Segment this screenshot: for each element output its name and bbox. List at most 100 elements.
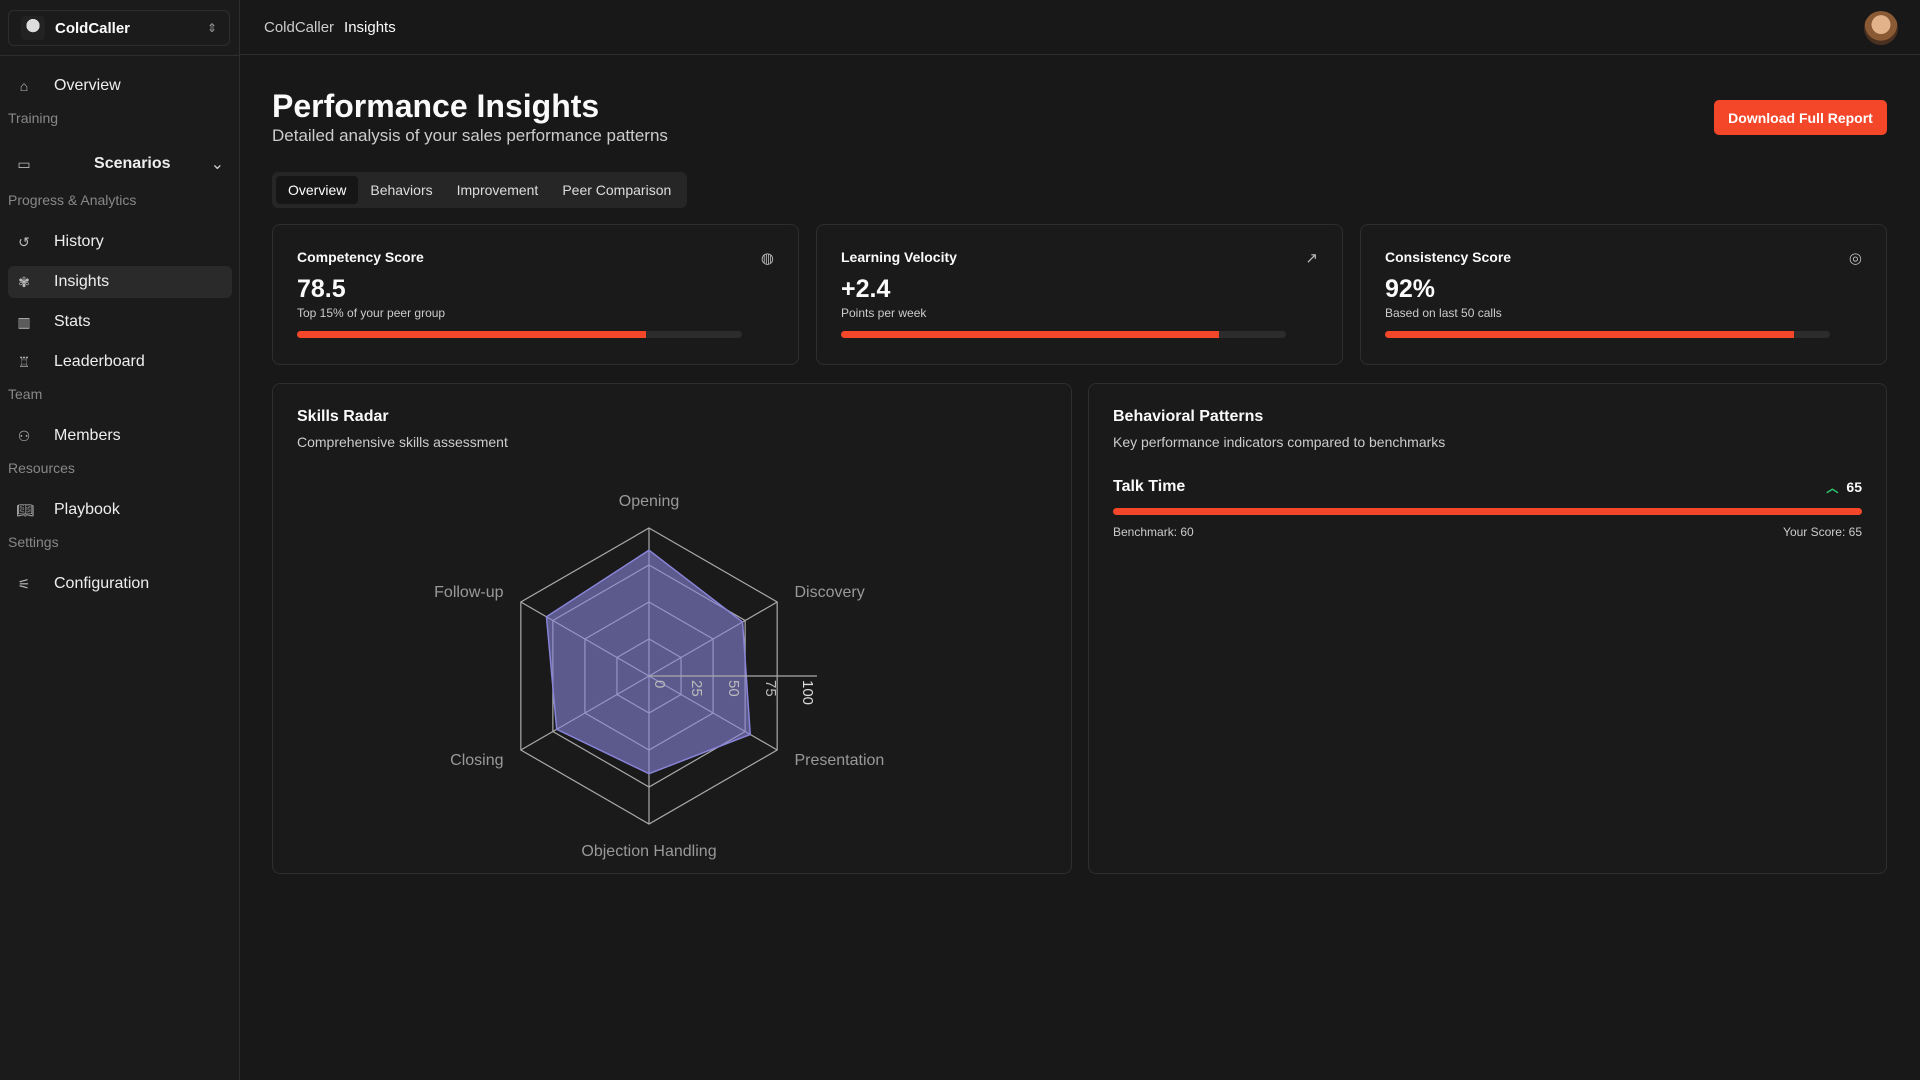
sidebar-item-playbook[interactable]: 📖︎ Playbook bbox=[8, 494, 232, 526]
sidebar-item-history[interactable]: ↺ History bbox=[8, 226, 232, 258]
tab-overview[interactable]: Overview bbox=[276, 176, 359, 204]
sidebar-item-stats[interactable]: ▥ Stats bbox=[8, 306, 232, 338]
users-icon: ⚇ bbox=[17, 427, 31, 444]
sidebar-item-members[interactable]: ⚇ Members bbox=[8, 420, 232, 452]
chevrons-up-down-icon: ⇕ bbox=[206, 21, 217, 35]
sidebar-item-leaderboard[interactable]: ♖ Leaderboard bbox=[8, 346, 232, 378]
card-title: Behavioral Patterns bbox=[1113, 408, 1264, 425]
card-title: Skills Radar bbox=[297, 408, 389, 425]
page-subtitle: Detailed analysis of your sales performa… bbox=[272, 126, 668, 145]
sidebar-item-overview[interactable]: ⌂ Overview bbox=[8, 70, 232, 102]
sidebar: ColdCaller ⇕ ⌂ Overview Training ▭ Scenari… bbox=[0, 0, 240, 1080]
app-name: ColdCaller bbox=[55, 19, 131, 37]
home-icon: ⌂ bbox=[19, 78, 29, 94]
card-title: Learning Velocity bbox=[841, 249, 957, 265]
progress-bar bbox=[297, 331, 742, 338]
bar-chart-icon: ▥ bbox=[17, 313, 31, 330]
progress-fill bbox=[1113, 508, 1862, 515]
history-icon: ↺ bbox=[18, 233, 30, 250]
section-team: Team bbox=[8, 386, 43, 402]
radar-series-area bbox=[545, 549, 752, 775]
section-progress: Progress & Analytics bbox=[8, 192, 137, 208]
chevron-down-icon: ⌄ bbox=[210, 156, 224, 173]
label: Playbook bbox=[54, 501, 120, 518]
card-title: Consistency Score bbox=[1385, 249, 1512, 265]
top-bar: ColdCaller Insights bbox=[240, 0, 1920, 55]
label: Leaderboard bbox=[54, 353, 145, 370]
behavior-name: Talk Time bbox=[1113, 478, 1186, 495]
learning-velocity-card: Learning Velocity ↗ +2.4 Points per week bbox=[816, 224, 1343, 365]
section-resources: Resources bbox=[8, 460, 75, 476]
page-title: Performance Insights bbox=[272, 88, 600, 124]
tab-list: Overview Behaviors Improvement Peer Comp… bbox=[272, 172, 688, 208]
radar-category-label: Discovery bbox=[794, 584, 864, 601]
skills-radar-card: Skills Radar Comprehensive skills assess… bbox=[272, 383, 1072, 874]
label: Members bbox=[54, 427, 121, 444]
progress-bar bbox=[841, 331, 1286, 338]
radar-category-label: Presentation bbox=[794, 752, 884, 769]
progress-fill bbox=[1385, 331, 1795, 338]
radar-category-label: Opening bbox=[619, 493, 680, 510]
card-subtitle: Comprehensive skills assessment bbox=[297, 434, 508, 450]
chevron-up-icon: ︿ bbox=[1826, 480, 1839, 495]
radar-category-label: Follow-up bbox=[434, 584, 503, 601]
progress-bar bbox=[1385, 331, 1830, 338]
competency-score-card: Competency Score ◍ 78.5 Top 15% of your … bbox=[272, 224, 799, 365]
label: Insights bbox=[54, 273, 110, 290]
radar-category-label: Objection Handling bbox=[581, 843, 716, 860]
progress-fill bbox=[297, 331, 647, 338]
progress-fill bbox=[841, 331, 1220, 338]
brain-icon: ✾ bbox=[18, 273, 30, 290]
label: History bbox=[54, 233, 104, 250]
behavior-score: 65 bbox=[1846, 479, 1862, 495]
consistency-score-card: Consistency Score ◎ 92% Based on last 50… bbox=[1360, 224, 1887, 365]
radar-tick-label: 50 bbox=[725, 680, 742, 697]
sidebar-item-configuration[interactable]: ⚟ Configuration bbox=[8, 568, 232, 600]
book-open-icon: 📖︎ bbox=[16, 501, 34, 518]
coldcaller-logo bbox=[21, 16, 45, 40]
section-settings: Settings bbox=[8, 534, 59, 550]
radar-tick-label: 25 bbox=[688, 680, 705, 697]
label: Stats bbox=[54, 313, 91, 330]
label: Configuration bbox=[54, 575, 150, 592]
trophy-icon: ♖ bbox=[17, 353, 31, 370]
trending-up-icon: ↗ bbox=[1305, 250, 1318, 267]
behavior-progress-bar bbox=[1113, 508, 1862, 515]
card-value: 78.5 bbox=[297, 275, 346, 303]
behavior-item-talk-time: Talk Time ︿ 65 Benchmark: 60 Your Score:… bbox=[1113, 478, 1862, 539]
label: Overview bbox=[54, 77, 121, 94]
team-switcher[interactable]: ColdCaller ⇕ bbox=[8, 10, 230, 46]
tab-improvement[interactable]: Improvement bbox=[445, 176, 551, 204]
breadcrumb-insights: Insights bbox=[344, 18, 396, 36]
benchmark-label: Benchmark: 60 bbox=[1113, 525, 1194, 539]
label: Scenarios bbox=[94, 155, 171, 172]
target-icon: ◎ bbox=[1848, 250, 1862, 267]
card-title: Competency Score bbox=[297, 249, 424, 265]
radar-tick-label: 75 bbox=[762, 680, 779, 697]
card-subtitle: Key performance indicators compared to b… bbox=[1113, 434, 1446, 450]
behavioral-patterns-card: Behavioral Patterns Key performance indi… bbox=[1088, 383, 1887, 874]
tab-behaviors[interactable]: Behaviors bbox=[358, 176, 444, 204]
radar-category-label: Closing bbox=[450, 752, 503, 769]
brain-icon: ◍ bbox=[760, 250, 774, 267]
user-avatar[interactable] bbox=[1864, 11, 1898, 45]
tab-peer-comparison[interactable]: Peer Comparison bbox=[550, 176, 683, 204]
radar-tick-label: 100 bbox=[799, 680, 816, 705]
card-subtext: Top 15% of your peer group bbox=[297, 306, 446, 320]
breadcrumb-coldcaller[interactable]: ColdCaller bbox=[264, 19, 334, 36]
sliders-icon: ⚟ bbox=[17, 575, 31, 592]
message-square-icon: ▭ bbox=[17, 155, 31, 172]
sidebar-item-insights[interactable]: ✾ Insights bbox=[8, 266, 232, 298]
section-training: Training bbox=[8, 110, 59, 126]
card-subtext: Based on last 50 calls bbox=[1385, 306, 1502, 320]
sidebar-nav: ⌂ Overview Training ▭ Scenarios ⌄ Progress … bbox=[8, 70, 232, 608]
card-value: 92% bbox=[1385, 275, 1436, 303]
download-report-button[interactable]: Download Full Report bbox=[1714, 100, 1887, 135]
sidebar-item-scenarios[interactable]: ▭ Scenarios ⌄ bbox=[8, 144, 232, 184]
skills-radar-chart: 0 25 50 75 100 Opening Discovery Presentation Ob… bbox=[434, 493, 884, 860]
card-subtext: Points per week bbox=[841, 306, 927, 320]
card-value: +2.4 bbox=[841, 275, 891, 303]
divider bbox=[0, 55, 240, 56]
radar-tick-label: 0 bbox=[651, 680, 668, 688]
your-score-label: Your Score: 65 bbox=[1783, 525, 1862, 539]
